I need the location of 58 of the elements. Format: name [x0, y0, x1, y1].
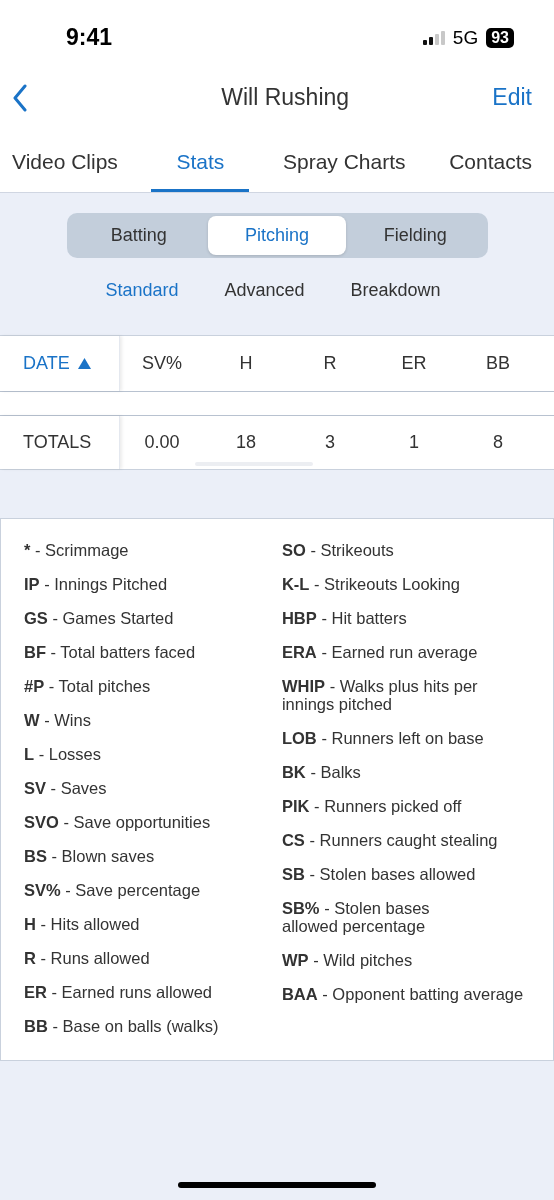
legend-entry: * - Scrimmage — [24, 541, 130, 559]
tab[interactable]: Contacts — [439, 120, 542, 192]
tab[interactable]: Video Clips — [2, 120, 128, 192]
back-button[interactable] — [12, 83, 28, 112]
legend-entry: BB - Base on balls (walks) — [24, 1017, 220, 1035]
column-header[interactable]: R — [288, 336, 372, 391]
player-name: Will Rushing — [221, 84, 350, 111]
legend-entry: SV% - Save percentage — [24, 881, 202, 899]
network-label: 5G — [452, 26, 479, 49]
table-cell: TOTALS — [0, 416, 120, 469]
segment[interactable]: Pitching — [207, 216, 347, 255]
legend-entry: K-L - Strikeouts Looking — [281, 575, 461, 593]
legend-entry: SB% - Stolen bases allowed percentage — [281, 899, 431, 935]
legend-entry: PIK - Runners picked off — [281, 797, 463, 815]
legend-entry: WP - Wild pitches — [281, 951, 414, 969]
legend-entry: HBP - Hit batters — [281, 609, 408, 627]
legend-entry: BF - Total batters faced — [24, 643, 197, 661]
legend-entry: SB - Stolen bases allowed — [281, 865, 477, 883]
column-header[interactable]: H — [204, 336, 288, 391]
column-header[interactable]: BB — [456, 336, 540, 391]
segment[interactable]: Batting — [69, 216, 208, 255]
legend-entry: H - Hits allowed — [24, 915, 141, 933]
table-cell-text: 1 — [408, 431, 420, 454]
back-icon — [12, 83, 28, 112]
legend-entry: SO - Strikeouts — [281, 541, 395, 559]
legend-entry: IP - Innings Pitched — [24, 575, 169, 593]
table-cell-text: 8 — [492, 431, 504, 454]
legend-entry: BS - Blown saves — [24, 847, 156, 865]
legend-entry: #P - Total pitches — [24, 677, 152, 695]
edit-button[interactable]: Edit — [492, 84, 532, 111]
legend-entry: SVO - Save opportunities — [24, 813, 212, 831]
legend-entry: GS - Games Started — [24, 609, 175, 627]
status-time: 9:41 — [66, 24, 113, 51]
table-cell-text: 0.00 — [143, 431, 181, 454]
tab[interactable]: Spray Charts — [272, 120, 416, 192]
table-cell-text: 18 — [235, 431, 257, 454]
legend-entry: L - Losses — [24, 745, 103, 763]
legend-entry: W - Wins — [24, 711, 92, 729]
legend-entry: CS - Runners caught stealing — [281, 831, 499, 849]
sub-tab[interactable]: Breakdown — [338, 276, 453, 305]
legend-entry: R - Runs allowed — [24, 949, 151, 967]
column-header[interactable]: SV% — [120, 336, 204, 391]
battery-level: 93 — [486, 27, 514, 48]
column-header[interactable]: ER — [372, 336, 456, 391]
signal-icon — [422, 30, 445, 45]
legend-entry: WHIP - Walks plus hits per innings pitched — [281, 677, 479, 713]
segment[interactable]: Fielding — [346, 216, 485, 255]
legend-entry: BAA - Opponent batting average — [281, 985, 525, 1003]
sub-tab[interactable]: Advanced — [212, 276, 317, 305]
legend-entry: BK - Balks — [281, 763, 362, 781]
legend-entry: SV - Saves — [24, 779, 108, 797]
legend-entry: LOB - Runners left on base — [281, 729, 485, 747]
legend-entry: ER - Earned runs allowed — [24, 983, 213, 1001]
table-cell-text: 3 — [324, 431, 336, 454]
sub-tab[interactable]: Standard — [93, 276, 191, 305]
sort-ascending-icon — [77, 358, 91, 369]
legend-entry: ERA - Earned run average — [281, 643, 479, 661]
column-header[interactable]: DATE — [0, 336, 120, 391]
